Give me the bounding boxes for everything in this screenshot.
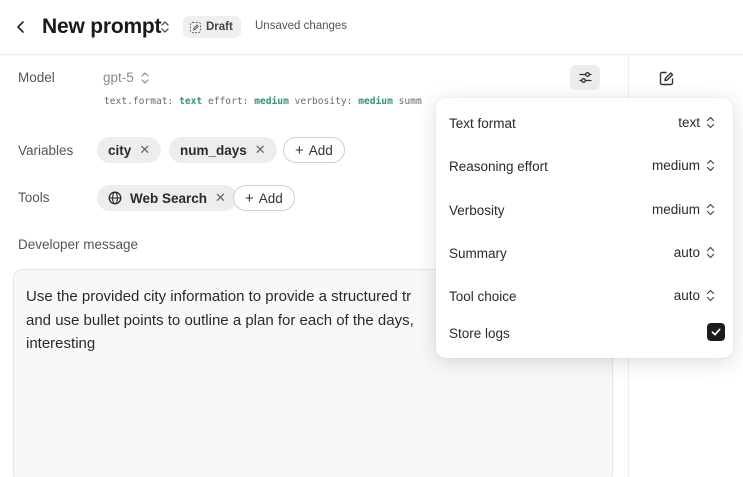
setting-value: medium bbox=[651, 158, 700, 173]
param-key: verbosity: bbox=[294, 96, 353, 107]
tools-label: Tools bbox=[18, 190, 50, 205]
variable-chip-city[interactable]: city ✕ bbox=[97, 137, 162, 163]
plus-icon: + bbox=[245, 189, 254, 207]
updown-chevron-icon bbox=[141, 71, 149, 84]
setting-label: Store logs bbox=[449, 326, 510, 341]
tool-chip-web-search[interactable]: Web Search ✕ bbox=[97, 185, 237, 211]
draft-badge: Draft bbox=[183, 16, 241, 38]
param-key: summ bbox=[398, 96, 422, 107]
store-logs-checkbox[interactable] bbox=[707, 323, 725, 341]
variables-label: Variables bbox=[18, 143, 74, 158]
updown-chevron-icon bbox=[706, 203, 715, 216]
edit-icon[interactable] bbox=[658, 70, 675, 87]
setting-row-reasoning-effort[interactable]: Reasoning effort medium bbox=[436, 155, 733, 179]
close-icon[interactable]: ✕ bbox=[255, 142, 266, 158]
updown-chevron-icon bbox=[706, 116, 715, 129]
setting-label: Tool choice bbox=[449, 289, 517, 304]
setting-row-verbosity[interactable]: Verbosity medium bbox=[436, 199, 733, 223]
developer-message-text[interactable]: Use the provided city information to pro… bbox=[26, 285, 446, 360]
setting-row-store-logs[interactable]: Store logs bbox=[436, 322, 733, 346]
settings-sliders-icon bbox=[578, 72, 592, 83]
page-title[interactable]: New prompt bbox=[42, 15, 162, 39]
setting-row-text-format[interactable]: Text format text bbox=[436, 112, 733, 136]
unsaved-changes-label: Unsaved changes bbox=[255, 20, 348, 32]
updown-chevron-icon[interactable] bbox=[159, 19, 171, 35]
add-variable-button[interactable]: + Add bbox=[283, 137, 345, 163]
param-key: effort: bbox=[207, 96, 249, 107]
tool-chip-label: Web Search bbox=[130, 190, 208, 206]
header: New prompt Draft Unsaved changes bbox=[0, 0, 743, 55]
updown-chevron-icon bbox=[706, 246, 715, 259]
back-button[interactable] bbox=[14, 16, 28, 38]
setting-value: medium bbox=[651, 202, 700, 217]
developer-message-label: Developer message bbox=[18, 237, 139, 252]
setting-value: auto bbox=[673, 245, 700, 260]
setting-label: Summary bbox=[449, 246, 507, 261]
variable-chip-label: city bbox=[108, 142, 132, 158]
draft-edit-icon bbox=[189, 21, 202, 33]
setting-select[interactable]: text bbox=[678, 115, 715, 130]
setting-select[interactable]: auto bbox=[674, 288, 715, 303]
setting-label: Verbosity bbox=[449, 203, 505, 218]
param-value: text bbox=[179, 96, 203, 107]
param-key: text.format: bbox=[104, 96, 174, 107]
param-value: medium bbox=[254, 96, 289, 107]
setting-select[interactable]: medium bbox=[652, 202, 715, 217]
plus-icon: + bbox=[295, 141, 304, 159]
updown-chevron-icon bbox=[706, 289, 715, 302]
model-settings-button[interactable] bbox=[570, 65, 600, 90]
setting-select[interactable]: auto bbox=[674, 245, 715, 260]
add-tool-button[interactable]: + Add bbox=[233, 185, 295, 211]
setting-label: Reasoning effort bbox=[449, 159, 548, 174]
variable-chip-label: num_days bbox=[180, 142, 247, 158]
back-icon bbox=[17, 21, 24, 33]
model-value: gpt-5 bbox=[103, 70, 134, 85]
param-value: medium bbox=[358, 96, 393, 107]
model-settings-popover: Text format text Reasoning effort medium… bbox=[436, 98, 733, 358]
setting-select[interactable]: medium bbox=[652, 158, 715, 173]
setting-value: text bbox=[678, 115, 700, 130]
globe-icon bbox=[108, 191, 122, 205]
add-variable-label: Add bbox=[308, 142, 333, 158]
model-label: Model bbox=[18, 70, 55, 85]
variable-chip-num-days[interactable]: num_days ✕ bbox=[169, 137, 277, 163]
updown-chevron-icon bbox=[706, 159, 715, 172]
setting-row-summary[interactable]: Summary auto bbox=[436, 242, 733, 266]
add-tool-label: Add bbox=[258, 190, 283, 206]
setting-label: Text format bbox=[449, 116, 516, 131]
draft-label: Draft bbox=[206, 21, 233, 33]
setting-value: auto bbox=[673, 288, 700, 303]
model-select[interactable]: gpt-5 bbox=[103, 70, 150, 85]
check-icon bbox=[711, 328, 721, 336]
close-icon[interactable]: ✕ bbox=[215, 190, 226, 206]
model-params: text.format: text effort: medium verbosi… bbox=[104, 96, 446, 107]
setting-row-tool-choice[interactable]: Tool choice auto bbox=[436, 285, 733, 309]
close-icon[interactable]: ✕ bbox=[139, 142, 150, 158]
